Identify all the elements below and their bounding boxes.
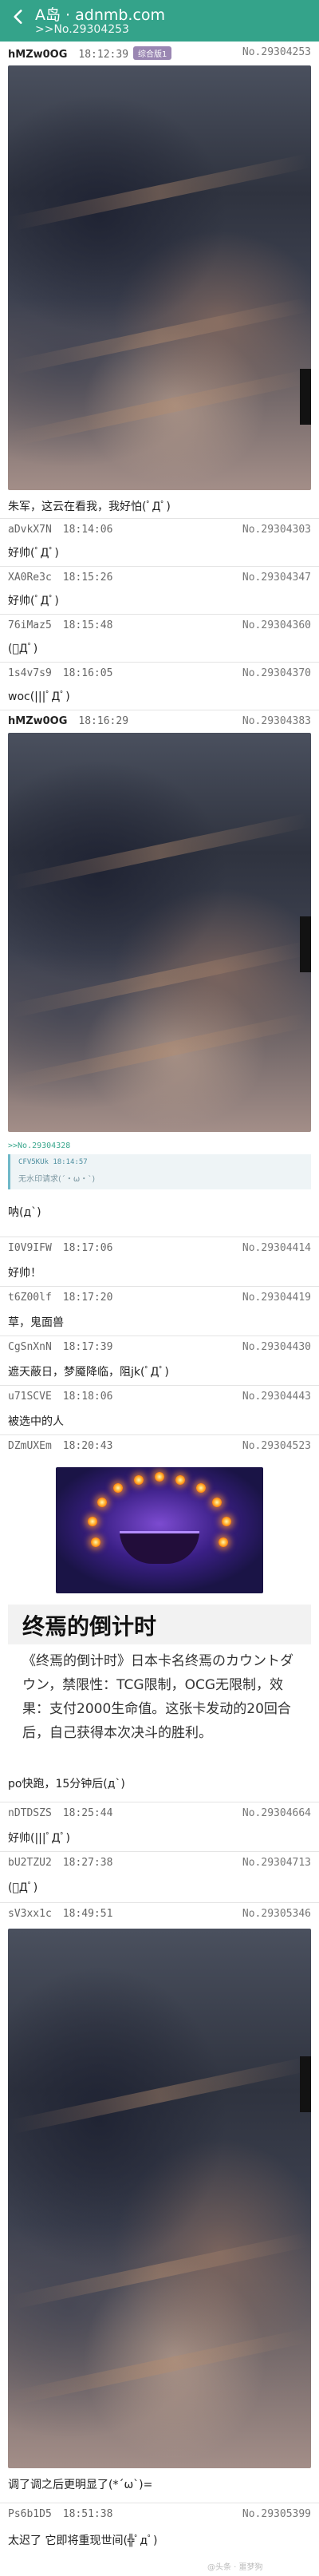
post-number[interactable]: No.29305399 [242, 2508, 311, 2520]
post-reply: aDvkX7N 18:14:06 No.29304303 好帅(ﾟДﾟ) [0, 519, 319, 567]
post-number[interactable]: No.29304383 [242, 715, 311, 727]
card-description: 《终焉的倒计时》日本卡名终焉のカウントダウン，禁限性：TCG限制，OCG无限制，… [22, 1653, 293, 1741]
post-time: 18:17:39 [62, 1341, 113, 1353]
post-number[interactable]: No.29304419 [242, 1292, 311, 1304]
post-time: 18:49:51 [62, 1908, 113, 1920]
post-time: 18:17:20 [62, 1292, 113, 1304]
post-content: 草，鬼面兽 [8, 1316, 64, 1329]
post-uid[interactable]: bU2TZU2 [8, 1857, 52, 1869]
post-content: 好帅(|||ﾟДﾟ) [8, 1832, 71, 1845]
post-time: 18:14:06 [62, 524, 113, 536]
post-content: 遮天蔽日，梦魇降临，阻jk(ﾟДﾟ) [8, 1366, 169, 1379]
post-content: 调了调之后更明显了(*´ω`)= [8, 2479, 153, 2491]
post-uid[interactable]: aDvkX7N [8, 524, 52, 536]
card-title-bar: 终焉的倒计时 [8, 1605, 311, 1644]
post-reply: bU2TZU2 18:27:38 No.29304713 (ﾟДﾟ) [0, 1852, 319, 1903]
quote-meta: CFV5KUk 18:14:57 [18, 1158, 88, 1166]
post-time: 18:18:06 [62, 1391, 113, 1403]
post-reply: XA0Re3c 18:15:26 No.29304347 好帅(ﾟДﾟ) [0, 567, 319, 615]
post-uid[interactable]: XA0Re3c [8, 572, 52, 584]
watermark: @头条 · 噩梦狗 [207, 2563, 263, 2572]
post-number[interactable]: No.29304664 [242, 1807, 311, 1819]
thread-number: >>No.29304253 [35, 23, 129, 36]
post-time: 18:12:39 [78, 49, 129, 61]
post-number[interactable]: No.29305346 [242, 1908, 311, 1920]
post-reply: I0V9IFW 18:17:06 No.29304414 好帅！ [0, 1237, 319, 1287]
post-number[interactable]: No.29304430 [242, 1341, 311, 1353]
post-content: 好帅(ﾟДﾟ) [8, 547, 59, 560]
post-uid[interactable]: 1s4v7s9 [8, 667, 52, 679]
quote-text: 无水印请求(´・ω・`) [18, 1175, 96, 1184]
app-title: A岛 · adnmb.com [35, 6, 166, 24]
quote-reference[interactable]: >>No.29304328 [8, 1142, 70, 1150]
card-title: 终焉的倒计时 [22, 1613, 157, 1640]
post-number[interactable]: No.29304414 [242, 1242, 311, 1254]
post-time: 18:15:48 [62, 619, 113, 631]
post-op: hMZw0OG 18:12:39 综合版1 No.29304253 朱军，这云在看我… [0, 42, 319, 519]
post-uid[interactable]: t6Z00lf [8, 1292, 52, 1304]
post-image[interactable] [8, 1929, 311, 2468]
post-image[interactable] [8, 65, 311, 490]
post-reply: 1s4v7s9 18:16:05 No.29304370 woc(|||ﾟДﾟ) [0, 663, 319, 710]
post-reply: 76iMaz5 18:15:48 No.29304360 (ﾟДﾟ) [0, 615, 319, 663]
post-content: woc(|||ﾟДﾟ) [8, 690, 70, 703]
post-number[interactable]: No.29304303 [242, 524, 311, 536]
post-content: 好帅(ﾟДﾟ) [8, 595, 59, 607]
post-uid[interactable]: hMZw0OG [8, 715, 67, 727]
post-time: 18:20:43 [62, 1440, 113, 1452]
post-content: 呐(д`) [8, 1206, 41, 1219]
post-uid[interactable]: 76iMaz5 [8, 619, 52, 631]
post-reply: CgSnXnN 18:17:39 No.29304430 遮天蔽日，梦魇降临，阻j… [0, 1336, 319, 1386]
post-content: (ﾟДﾟ) [8, 643, 38, 655]
post-image[interactable] [8, 733, 311, 1132]
post-number[interactable]: No.29304370 [242, 667, 311, 679]
post-uid[interactable]: sV3xx1c [8, 1908, 52, 1920]
post-uid[interactable]: u71SCVE [8, 1391, 52, 1403]
post-content: 好帅！ [8, 1267, 41, 1280]
post-reply-image: sV3xx1c 18:49:51 No.29305346 调了调之后更明显了(*´… [0, 1903, 319, 2503]
post-po-image: hMZw0OG 18:16:29 No.29304383 >>No.2930432… [0, 710, 319, 1237]
post-time: 18:16:29 [78, 715, 129, 727]
post-reply: nDTDSZS 18:25:44 No.29304664 好帅(|||ﾟДﾟ) [0, 1802, 319, 1852]
post-time: 18:17:06 [62, 1242, 113, 1254]
post-uid[interactable]: Ps6b1D5 [8, 2508, 52, 2520]
back-arrow-icon[interactable] [8, 6, 29, 27]
post-time: 18:27:38 [62, 1857, 113, 1869]
post-content: 朱军，这云在看我，我好怕(ﾟДﾟ) [8, 501, 171, 513]
post-meta: hMZw0OG 18:12:39 综合版1 [8, 46, 172, 61]
post-time: 18:16:05 [62, 667, 113, 679]
post-content: 太迟了 它即将重现世间(╬ﾟдﾟ) [8, 2534, 158, 2547]
post-content: po快跑，15分钟后(д`) [8, 1778, 125, 1791]
post-number[interactable]: No.29304443 [242, 1391, 311, 1403]
post-uid[interactable]: hMZw0OG [8, 49, 67, 61]
post-reply: t6Z00lf 18:17:20 No.29304419 草，鬼面兽 [0, 1287, 319, 1336]
post-content: (ﾟДﾟ) [8, 1882, 38, 1894]
post-reply: Ps6b1D5 18:51:38 No.29305399 太迟了 它即将重现世间(… [0, 2503, 319, 2576]
post-uid[interactable]: I0V9IFW [8, 1242, 52, 1254]
post-content: 被选中的人 [8, 1415, 64, 1428]
card-image[interactable] [56, 1467, 263, 1593]
post-uid[interactable]: CgSnXnN [8, 1341, 52, 1353]
post-uid[interactable]: DZmUXEm [8, 1440, 52, 1452]
board-badge[interactable]: 综合版1 [133, 46, 172, 60]
post-number[interactable]: No.29304360 [242, 619, 311, 631]
post-number[interactable]: No.29304347 [242, 572, 311, 584]
post-number[interactable]: No.29304253 [242, 46, 311, 58]
post-reply: u71SCVE 18:18:06 No.29304443 被选中的人 [0, 1386, 319, 1435]
post-uid[interactable]: nDTDSZS [8, 1807, 52, 1819]
post-time: 18:25:44 [62, 1807, 113, 1819]
post-number[interactable]: No.29304713 [242, 1857, 311, 1869]
post-time: 18:51:38 [62, 2508, 113, 2520]
post-card: DZmUXEm 18:20:43 No.29304523 终焉的倒计时 《终焉的倒… [0, 1435, 319, 1802]
app-bar: A岛 · adnmb.com >>No.29304253 [0, 0, 319, 42]
post-number[interactable]: No.29304523 [242, 1440, 311, 1452]
quote-box[interactable]: CFV5KUk 18:14:57 无水印请求(´・ω・`) [8, 1154, 311, 1189]
post-time: 18:15:26 [62, 572, 113, 584]
